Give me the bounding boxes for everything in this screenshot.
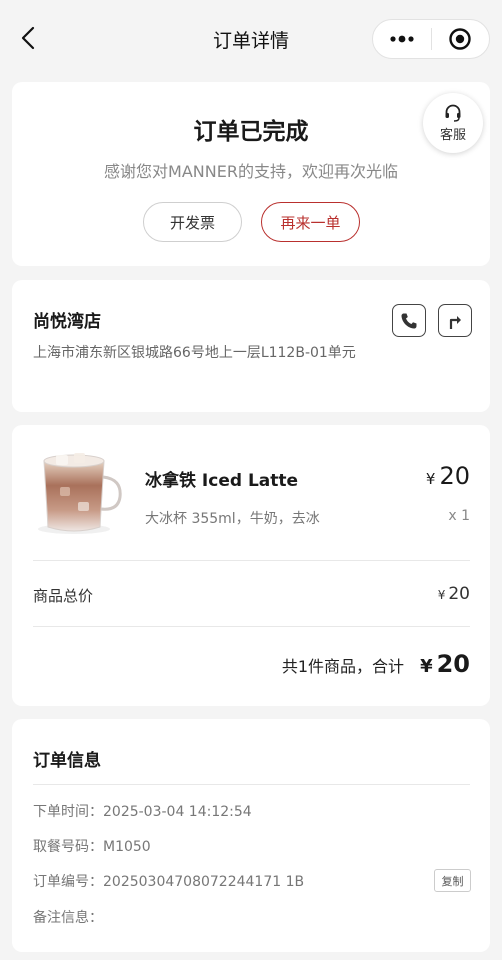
target-close-icon xyxy=(449,28,471,50)
product-options: 大冰杯 355ml，牛奶，去冰 xyxy=(145,511,320,527)
order-info-card: 订单信息 下单时间：2025-03-04 14:12:54 取餐号码：M1050… xyxy=(12,719,490,952)
store-name: 尚悦湾店 xyxy=(33,312,101,332)
product-quantity: x 1 xyxy=(448,508,470,524)
chevron-left-icon xyxy=(21,26,35,50)
subtotal-label: 商品总价 xyxy=(33,587,94,605)
currency-symbol: ¥ xyxy=(437,588,446,602)
iced-latte-image xyxy=(38,453,122,534)
invoice-button[interactable]: 开发票 xyxy=(143,202,242,242)
more-dots-icon xyxy=(390,35,414,43)
order-total-row: 共1件商品，合计 ¥20 xyxy=(282,650,470,678)
order-note: 备注信息： xyxy=(33,910,103,926)
subtotal-amount: 20 xyxy=(448,584,470,604)
customer-service-button[interactable]: 客服 xyxy=(423,93,483,153)
directions-icon xyxy=(449,315,461,329)
order-info-title: 订单信息 xyxy=(33,751,101,771)
mini-program-capsule xyxy=(372,19,490,59)
reorder-button[interactable]: 再来一单 xyxy=(261,202,360,242)
order-status-title: 订单已完成 xyxy=(193,119,309,145)
total-price: ¥20 xyxy=(420,650,470,678)
product-price-value: 20 xyxy=(439,462,470,490)
phone-icon xyxy=(401,313,417,328)
product-price: ¥20 xyxy=(426,462,470,490)
headset-icon xyxy=(445,104,461,122)
back-button[interactable] xyxy=(14,24,42,52)
pickup-code: 取餐号码：M1050 xyxy=(33,839,151,855)
product-image xyxy=(30,447,130,539)
divider xyxy=(33,626,470,627)
subtotal-value: ¥20 xyxy=(438,584,470,604)
call-store-button[interactable] xyxy=(392,304,426,337)
thank-you-message: 感谢您对MANNER的支持，欢迎再次光临 xyxy=(104,162,398,181)
store-card: 尚悦湾店 上海市浦东新区银城路66号地上一层L112B-01单元 xyxy=(12,280,490,412)
more-button[interactable] xyxy=(373,20,431,58)
nav-bar: 订单详情 xyxy=(0,0,502,72)
total-summary-text: 共1件商品，合计 xyxy=(281,657,405,676)
order-time: 下单时间：2025-03-04 14:12:54 xyxy=(33,804,252,820)
customer-service-label: 客服 xyxy=(439,128,466,143)
order-number: 订单编号：20250304708072244171 1B xyxy=(33,874,305,890)
close-mini-program-button[interactable] xyxy=(431,20,489,58)
product-name: 冰拿铁 Iced Latte xyxy=(145,471,299,491)
divider xyxy=(33,784,470,785)
total-amount: 20 xyxy=(436,650,470,678)
order-items-card: 冰拿铁 Iced Latte 大冰杯 355ml，牛奶，去冰 ¥20 x 1 商… xyxy=(12,425,490,706)
currency-symbol: ¥ xyxy=(420,656,433,677)
order-status-card: 订单已完成 感谢您对MANNER的支持，欢迎再次光临 开发票 再来一单 xyxy=(12,82,490,266)
copy-order-number-button[interactable]: 复制 xyxy=(434,869,471,892)
navigate-to-store-button[interactable] xyxy=(438,304,472,337)
currency-symbol: ¥ xyxy=(425,470,436,488)
store-address: 上海市浦东新区银城路66号地上一层L112B-01单元 xyxy=(33,345,356,361)
divider xyxy=(33,560,470,561)
